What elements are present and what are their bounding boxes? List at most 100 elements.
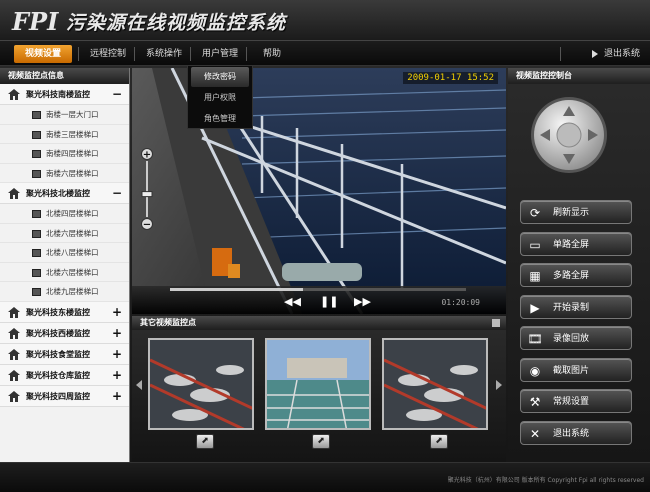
camera-label: 北楼四层楼梯口 xyxy=(46,209,99,218)
control-console: 视频监控控制台 ⟳ 刷新显示 ▭ 单路全屏 ▦ 多路全屏 ▶ 开始录制 🎞 录像回放 ◉ 截取图片 ⚒ 常… xyxy=(508,68,650,462)
camera-icon xyxy=(32,130,41,139)
tree-group[interactable]: 聚光科技西楼监控 + xyxy=(0,322,129,344)
menu-divider xyxy=(560,47,561,61)
expand-thumbnail-icon[interactable]: ⬈ xyxy=(312,434,330,449)
button-label: 单路全屏 xyxy=(553,239,590,250)
zoom-slider[interactable]: + − xyxy=(140,148,154,230)
expand-thumbnail-icon[interactable]: ⬈ xyxy=(196,434,214,449)
home-icon xyxy=(8,390,20,402)
playback-bar: ◀◀ ❚❚ ▶▶ 01:20:09 xyxy=(132,286,506,314)
playback-progress[interactable] xyxy=(170,288,466,291)
camera-label: 北楼六层楼梯口 xyxy=(46,267,99,277)
tree-camera-item[interactable]: 南楼一层大门口 xyxy=(0,105,129,125)
expand-icon[interactable]: + xyxy=(112,365,122,386)
tree-camera-item[interactable]: 北楼八层楼梯口 xyxy=(0,243,129,263)
multi-screen-button[interactable]: ▦ 多路全屏 xyxy=(520,263,632,287)
rewind-icon[interactable]: ◀◀ xyxy=(284,295,301,308)
tree-camera-item[interactable]: 南楼三层楼梯口 xyxy=(0,125,129,144)
expand-icon[interactable]: + xyxy=(112,344,122,365)
pause-icon[interactable]: ❚❚ xyxy=(320,295,338,308)
camera-thumbnail[interactable] xyxy=(148,338,254,430)
camera-label: 南楼六层楼梯口 xyxy=(46,168,99,178)
button-label: 开始录制 xyxy=(553,302,590,313)
tree-camera-item[interactable]: 北楼九层楼梯口 xyxy=(0,282,129,302)
collapse-icon[interactable] xyxy=(492,319,500,327)
refresh-button[interactable]: ⟳ 刷新显示 xyxy=(520,200,632,224)
tree-group[interactable]: 聚光科技东楼监控 + xyxy=(0,301,129,323)
camera-icon: ◉ xyxy=(529,363,541,378)
single-screen-button[interactable]: ▭ 单路全屏 xyxy=(520,231,632,256)
zoom-slider-thumb xyxy=(141,191,153,198)
home-icon xyxy=(8,348,20,360)
tree-camera-item[interactable]: 北楼六层楼梯口 xyxy=(0,263,129,282)
button-label: 退出系统 xyxy=(553,428,590,439)
refresh-icon: ⟳ xyxy=(529,206,541,220)
camera-button[interactable]: ◉ 截取图片 xyxy=(520,357,632,382)
ptz-direction-pad[interactable] xyxy=(530,96,608,174)
menu-remote-control[interactable]: 远程控制 xyxy=(82,45,134,63)
control-console-title: 视频监控控制台 xyxy=(508,68,650,84)
wrench-icon: ⚒ xyxy=(529,395,541,409)
menu-role-management[interactable]: 角色管理 xyxy=(191,109,249,129)
expand-icon[interactable]: + xyxy=(112,323,122,344)
logout-link[interactable]: 退出系统 xyxy=(591,45,640,63)
camera-thumbnail[interactable] xyxy=(265,338,371,430)
logout-label: 退出系统 xyxy=(603,49,640,59)
camera-icon xyxy=(32,150,41,158)
app-title: 污染源在线视频监控系统 xyxy=(66,12,287,34)
app-window: FPI 污染源在线视频监控系统 视频设置 远程控制 系统操作 用户管理 帮助 退… xyxy=(0,0,650,492)
camera-label: 北楼六层楼梯口 xyxy=(46,228,99,238)
tree-camera-item[interactable]: 北楼六层楼梯口 xyxy=(0,224,129,243)
close-button[interactable]: ✕ 退出系统 xyxy=(520,420,632,445)
tree-group-label: 聚光科技仓库监控 xyxy=(26,370,90,380)
tree-group[interactable]: 聚光科技南楼监控 − xyxy=(0,84,129,105)
button-label: 常规设置 xyxy=(553,397,590,407)
progress-fill xyxy=(170,288,304,291)
camera-label: 南楼三层楼梯口 xyxy=(46,129,99,139)
menu-user-permissions[interactable]: 用户权限 xyxy=(191,88,249,108)
home-icon xyxy=(8,369,20,381)
tree-group-label: 聚光科技西楼监控 xyxy=(26,328,90,338)
home-icon xyxy=(8,327,20,339)
wrench-button[interactable]: ⚒ 常规设置 xyxy=(520,389,632,413)
svg-text:+: + xyxy=(143,150,151,161)
record-button[interactable]: ▶ 开始录制 xyxy=(520,294,632,319)
menu-divider xyxy=(134,47,135,61)
thumbnail-image xyxy=(384,340,486,428)
expand-icon[interactable]: + xyxy=(112,386,122,407)
video-timestamp: 2009-01-17 15:52 xyxy=(403,72,498,84)
tree-group[interactable]: 聚光科技仓库监控 + xyxy=(0,364,129,386)
single-screen-icon: ▭ xyxy=(529,237,541,252)
tree-group-label: 聚光科技东楼监控 xyxy=(26,307,90,317)
expand-icon[interactable]: + xyxy=(112,302,122,323)
menu-divider xyxy=(78,47,79,61)
tree-camera-item[interactable]: 南楼六层楼梯口 xyxy=(0,164,129,183)
camera-label: 北楼九层楼梯口 xyxy=(46,287,99,296)
menu-help[interactable]: 帮助 xyxy=(250,45,294,63)
expand-thumbnail-icon[interactable]: ⬈ xyxy=(430,434,448,449)
button-label: 刷新显示 xyxy=(553,208,590,218)
collapse-icon[interactable]: − xyxy=(112,84,122,105)
tree-camera-item[interactable]: 南楼四层楼梯口 xyxy=(0,144,129,164)
camera-label: 北楼八层楼梯口 xyxy=(46,248,99,257)
prev-arrow-icon[interactable] xyxy=(136,380,142,390)
camera-icon xyxy=(32,169,41,178)
collapse-icon[interactable]: − xyxy=(112,183,122,204)
playback-icon: 🎞 xyxy=(527,332,543,346)
tree-group[interactable]: 聚光科技四周监控 + xyxy=(0,385,129,407)
next-arrow-icon[interactable] xyxy=(496,380,502,390)
tree-group[interactable]: 聚光科技食堂监控 + xyxy=(0,343,129,365)
menu-video-settings[interactable]: 视频设置 xyxy=(14,45,72,63)
tree-camera-item[interactable]: 北楼四层楼梯口 xyxy=(0,204,129,224)
playback-button[interactable]: 🎞 录像回放 xyxy=(520,326,632,350)
fpi-logo: FPI xyxy=(11,7,59,36)
header: FPI 污染源在线视频监控系统 xyxy=(0,0,650,40)
other-cameras-title-text: 其它视频监控点 xyxy=(140,318,196,327)
tree-group[interactable]: 聚光科技北楼监控 − xyxy=(0,183,129,204)
camera-thumbnail[interactable] xyxy=(382,338,488,430)
fast-forward-icon[interactable]: ▶▶ xyxy=(354,295,371,308)
menu-user-management[interactable]: 用户管理 xyxy=(194,45,246,63)
menu-system-operation[interactable]: 系统操作 xyxy=(138,45,190,63)
menu-change-password[interactable]: 修改密码 xyxy=(191,67,249,87)
other-cameras-title: 其它视频监控点 xyxy=(132,316,506,330)
